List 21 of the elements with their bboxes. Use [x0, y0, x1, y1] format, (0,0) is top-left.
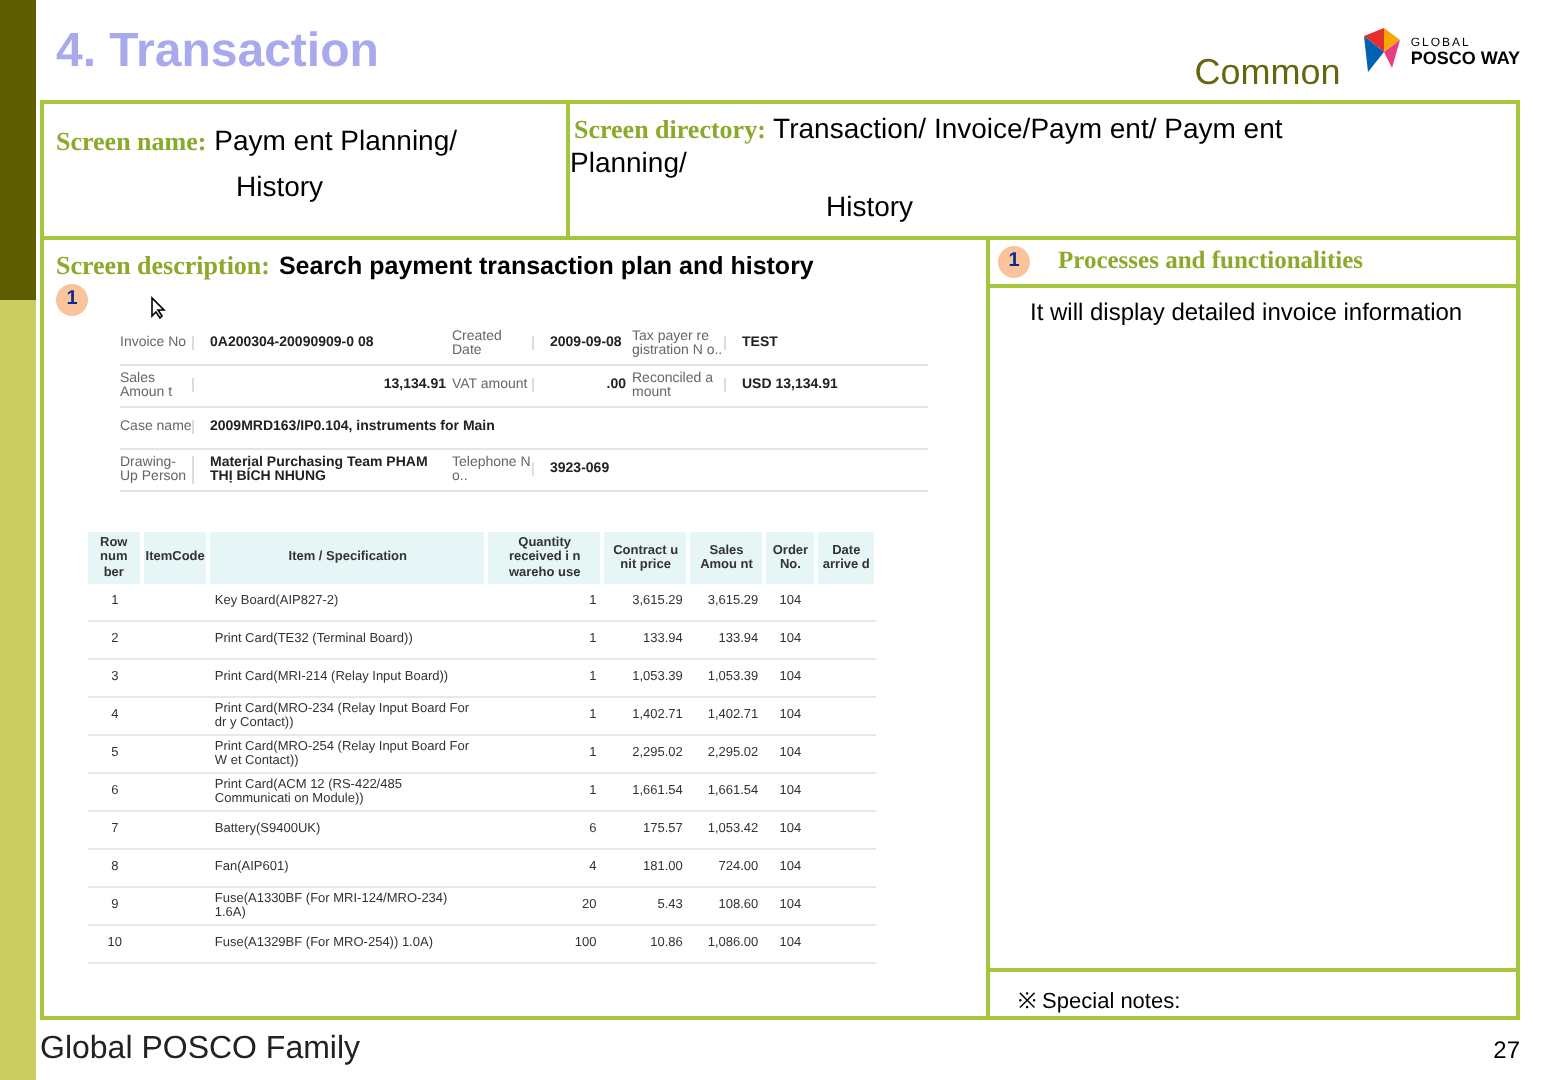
field-value: Paym ent Planning/	[214, 123, 458, 156]
field-label: Screen directory:	[574, 113, 766, 144]
field-value: Transaction/ Invoice/Paym ent/ Paym ent	[773, 111, 1283, 144]
description-text: It will display detailed invoice information	[1030, 297, 1463, 326]
page-number: 27	[1493, 1036, 1520, 1065]
notes-label: ※ Special notes:	[1018, 990, 1181, 1015]
logo-text: POSCO WAY	[1410, 49, 1520, 67]
field-value: History	[826, 189, 914, 222]
section-title: Processes and functionalities	[1058, 246, 1364, 277]
step-marker: 1	[56, 283, 88, 316]
field-label: Screen name:	[56, 125, 207, 156]
field-value: Planning/	[570, 145, 687, 178]
step-marker: 1	[998, 245, 1030, 278]
field-value: Search payment transaction plan and history	[278, 251, 814, 280]
category-label: Common	[1194, 52, 1341, 94]
footer-text: Global POSCO Family	[40, 1032, 361, 1069]
logo-icon	[1360, 28, 1405, 76]
slide-title: 4. Transaction	[56, 24, 381, 80]
field-value: History	[236, 169, 324, 202]
cursor-icon	[148, 295, 172, 320]
field-label: Screen description:	[56, 249, 270, 280]
